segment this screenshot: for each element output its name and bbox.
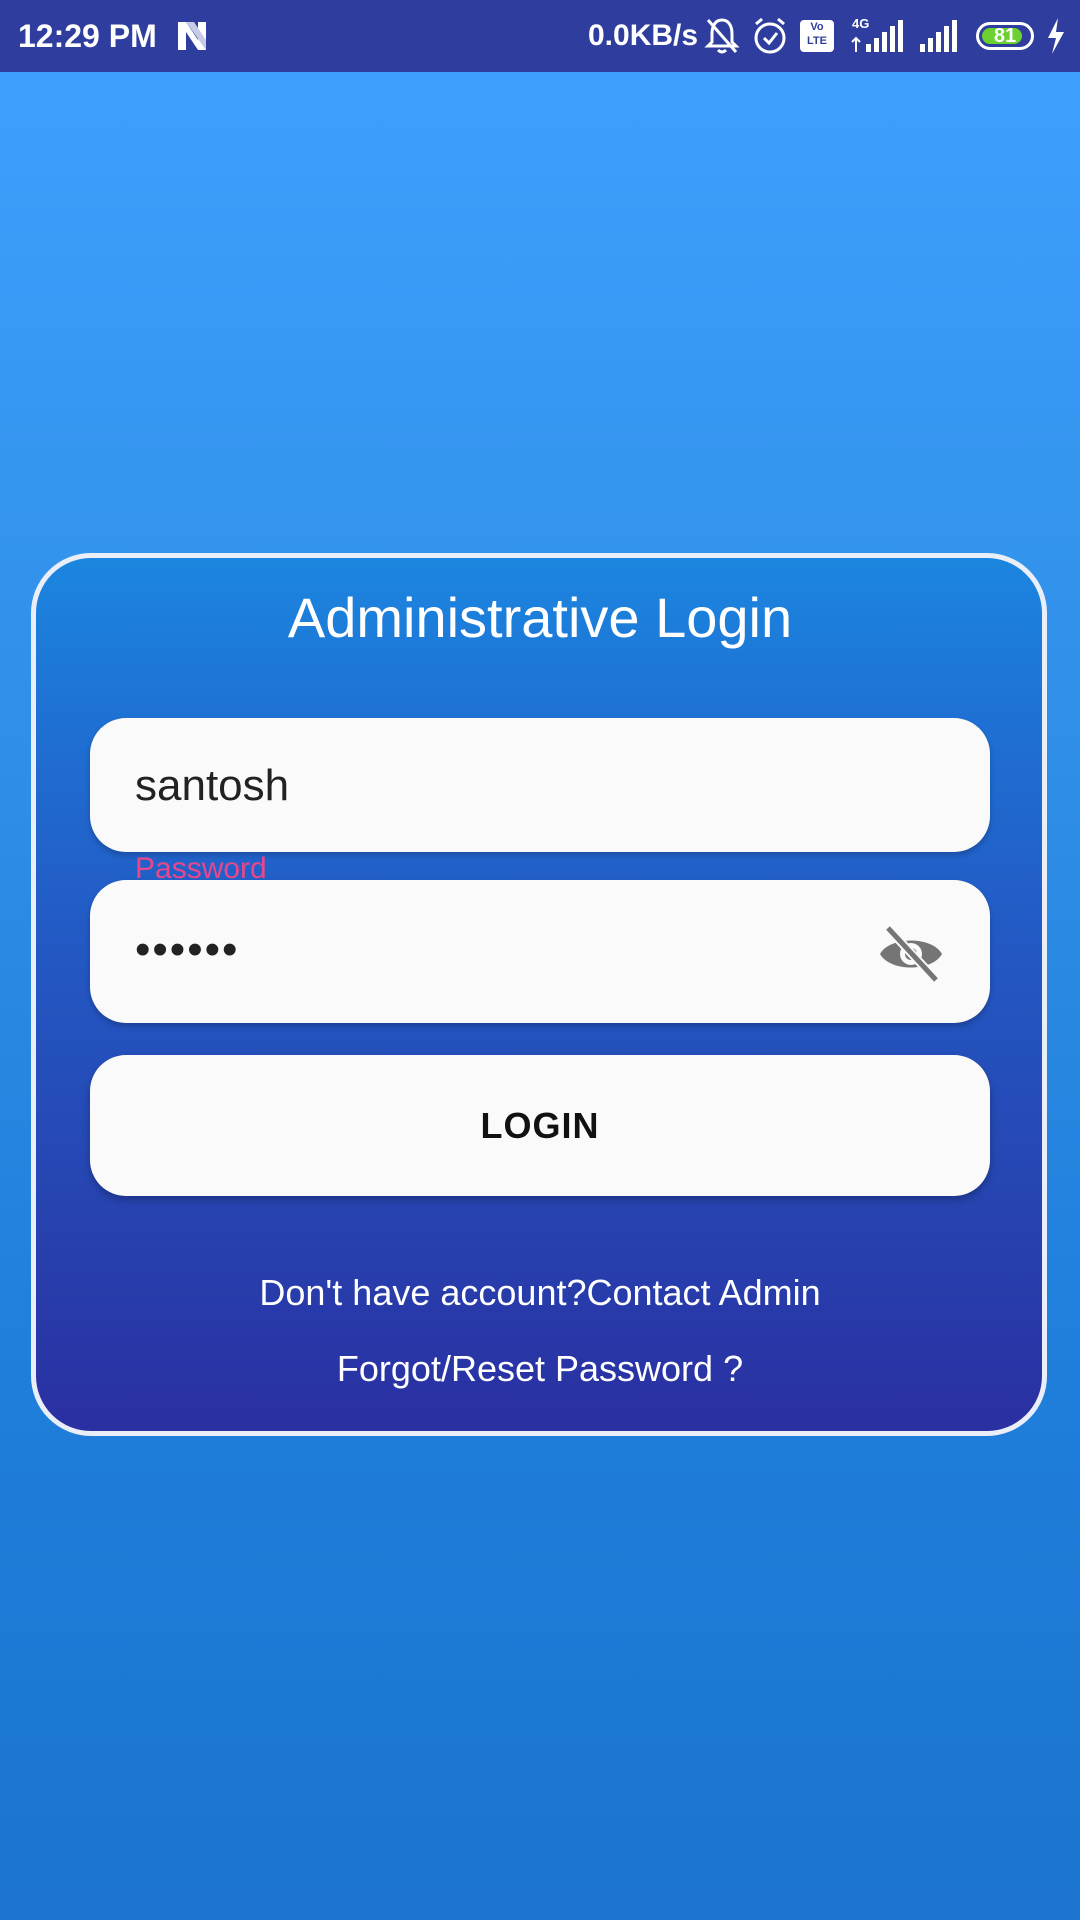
eye-off-icon[interactable] (876, 924, 946, 984)
username-input[interactable]: santosh (90, 718, 990, 852)
status-bar: 12:29 PM 0.0KB/s Vo LTE 4G 81 (0, 0, 1080, 72)
password-value: •••••• (135, 925, 240, 974)
page-title: Administrative Login (287, 586, 793, 649)
contact-admin-link[interactable]: Don't have account?Contact Admin (0, 1271, 1080, 1315)
mute-bell-icon (704, 18, 740, 54)
volte-icon: Vo LTE (800, 20, 834, 52)
status-time: 12:29 PM (18, 18, 157, 54)
battery-icon: 81 (976, 22, 1034, 50)
login-button[interactable]: LOGIN (90, 1055, 990, 1196)
alarm-icon (754, 17, 786, 54)
charging-icon (1048, 18, 1064, 54)
battery-level: 81 (993, 25, 1017, 47)
password-input[interactable]: •••••• (90, 880, 990, 1023)
username-value: santosh (135, 761, 290, 810)
signal-icon (920, 20, 957, 52)
forgot-password-link[interactable]: Forgot/Reset Password ? (0, 1347, 1080, 1391)
n-app-icon (178, 22, 206, 50)
signal-icon (851, 20, 903, 52)
network-speed: 0.0KB/s (588, 19, 699, 52)
